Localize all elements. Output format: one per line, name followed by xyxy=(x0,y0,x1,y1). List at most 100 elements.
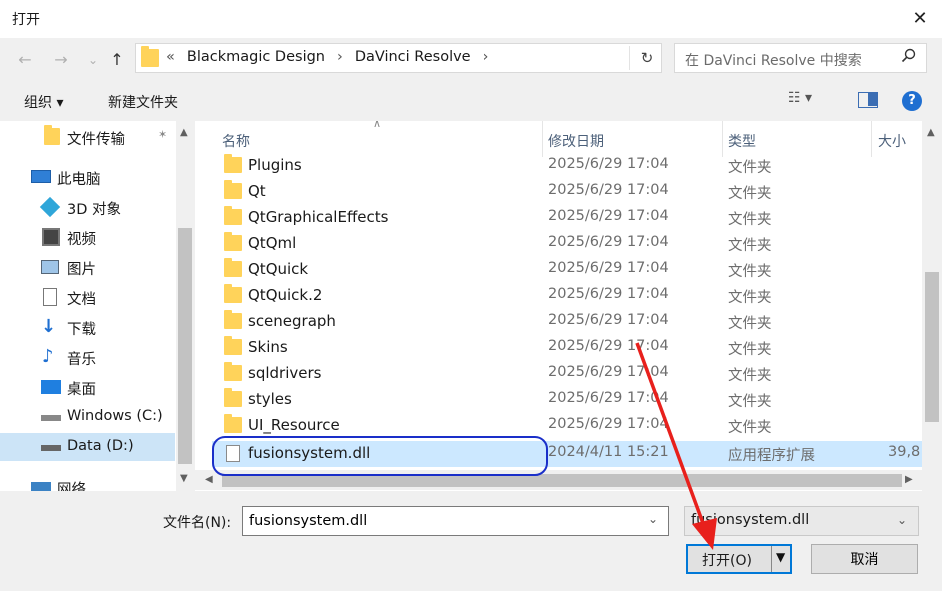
sidebar-item-this-pc[interactable]: 此电脑 xyxy=(0,163,175,191)
up-arrow-icon[interactable]: ↑ xyxy=(106,48,128,72)
list-item[interactable]: styles 2025/6/29 17:04 文件夹 xyxy=(212,387,937,413)
file-type: 文件夹 xyxy=(728,342,772,358)
breadcrumb-overflow[interactable]: « xyxy=(166,49,175,65)
scroll-right-icon[interactable]: ▶ xyxy=(905,474,913,485)
file-date: 2025/6/29 17:04 xyxy=(548,286,669,302)
filename-input[interactable] xyxy=(242,506,669,536)
sidebar-item-desktop[interactable]: 桌面 xyxy=(0,373,175,401)
column-header-date[interactable]: 修改日期 xyxy=(548,131,604,151)
sidebar-item-videos[interactable]: 视频 xyxy=(0,223,175,251)
file-name: styles xyxy=(248,390,292,408)
sidebar-item-label: 视频 xyxy=(67,232,96,248)
title-bar: 打开 ✕ xyxy=(0,0,942,38)
back-arrow-icon[interactable]: ← xyxy=(14,48,36,72)
open-button-label: 打开(O) xyxy=(702,553,752,569)
chevron-down-icon[interactable]: ⌄ xyxy=(897,513,907,527)
sidebar-item-label: 3D 对象 xyxy=(67,202,121,218)
sidebar-item-label: Data (D:) xyxy=(67,438,134,454)
file-type-filter[interactable]: fusionsystem.dll ⌄ xyxy=(684,506,919,536)
address-bar[interactable]: « Blackmagic Design › DaVinci Resolve › ↻ xyxy=(135,43,662,73)
scroll-down-icon[interactable]: ▼ xyxy=(180,473,188,484)
sidebar-item-downloads[interactable]: ↓ 下载 xyxy=(0,313,175,341)
refresh-icon[interactable]: ↻ xyxy=(636,47,658,69)
file-type: 文件夹 xyxy=(728,420,772,436)
file-type: 应用程序扩展 xyxy=(728,448,815,464)
drive-icon xyxy=(41,415,61,421)
list-item-selected[interactable]: fusionsystem.dll 2024/4/11 15:21 应用程序扩展 … xyxy=(212,441,937,467)
folder-icon xyxy=(224,258,242,277)
search-icon[interactable] xyxy=(901,48,916,67)
file-type: 文件夹 xyxy=(728,186,772,202)
sidebar-item-pictures[interactable]: 图片 xyxy=(0,253,175,281)
organize-button[interactable]: 组织 ▾ xyxy=(24,92,63,112)
column-divider[interactable] xyxy=(542,121,543,157)
sidebar-item-3d-objects[interactable]: 3D 对象 xyxy=(0,193,175,221)
list-item[interactable]: QtQml 2025/6/29 17:04 文件夹 xyxy=(212,231,937,257)
sidebar-item-label: Windows (C:) xyxy=(67,408,163,424)
file-name: QtQuick.2 xyxy=(248,286,323,304)
filename-label: 文件名(N): xyxy=(163,515,232,531)
list-item[interactable]: Qt 2025/6/29 17:04 文件夹 xyxy=(212,179,937,205)
list-item[interactable]: UI_Resource 2025/6/29 17:04 文件夹 xyxy=(212,413,937,439)
forward-arrow-icon[interactable]: → xyxy=(50,48,72,72)
list-item[interactable]: Skins 2025/6/29 17:04 文件夹 xyxy=(212,335,937,361)
file-type: 文件夹 xyxy=(728,290,772,306)
file-date: 2025/6/29 17:04 xyxy=(548,260,669,276)
preview-pane-icon[interactable] xyxy=(858,92,878,108)
filter-value: fusionsystem.dll xyxy=(691,512,810,528)
search-box[interactable]: 在 DaVinci Resolve 中搜索 xyxy=(674,43,927,73)
vertical-scroll-thumb[interactable] xyxy=(925,272,939,422)
sidebar-item-label: 桌面 xyxy=(67,382,96,398)
breadcrumb-chevron-icon[interactable]: › xyxy=(337,49,343,65)
new-folder-button[interactable]: 新建文件夹 xyxy=(108,92,178,112)
recent-locations-icon[interactable]: ⌄ xyxy=(82,48,104,72)
3d-objects-icon xyxy=(39,196,61,218)
sidebar-scroll-thumb[interactable] xyxy=(178,228,192,464)
list-item[interactable]: QtGraphicalEffects 2025/6/29 17:04 文件夹 xyxy=(212,205,937,231)
split-divider xyxy=(771,546,772,572)
address-divider xyxy=(629,46,630,70)
sidebar-item-drive-d[interactable]: Data (D:) xyxy=(0,433,175,461)
search-placeholder[interactable]: 在 DaVinci Resolve 中搜索 xyxy=(685,50,862,70)
folder-icon xyxy=(224,388,242,407)
horizontal-scroll-thumb[interactable] xyxy=(222,474,902,487)
folder-icon xyxy=(224,284,242,303)
sidebar-item-music[interactable]: ♪ 音乐 xyxy=(0,343,175,371)
column-divider[interactable] xyxy=(722,121,723,157)
scroll-left-icon[interactable]: ◀ xyxy=(205,474,213,485)
pin-icon[interactable]: ✶ xyxy=(158,128,167,141)
column-divider[interactable] xyxy=(871,121,872,157)
file-name: fusionsystem.dll xyxy=(248,444,371,462)
list-item[interactable]: sqldrivers 2025/6/29 17:04 文件夹 xyxy=(212,361,937,387)
list-item[interactable]: QtQuick 2025/6/29 17:04 文件夹 xyxy=(212,257,937,283)
cancel-button[interactable]: 取消 xyxy=(811,544,918,574)
breadcrumb-blackmagic-design[interactable]: Blackmagic Design xyxy=(187,49,325,65)
view-options-icon[interactable]: ☷ ▾ xyxy=(788,90,812,106)
column-header-name[interactable]: 名称 xyxy=(222,131,250,151)
breadcrumb-chevron-icon[interactable]: › xyxy=(483,49,489,65)
breadcrumb-davinci-resolve[interactable]: DaVinci Resolve xyxy=(355,49,471,65)
file-type: 文件夹 xyxy=(728,238,772,254)
file-type: 文件夹 xyxy=(728,316,772,332)
column-header-type[interactable]: 类型 xyxy=(728,131,756,151)
sidebar-item-network[interactable]: 网络 xyxy=(0,473,175,491)
chevron-down-icon[interactable]: ⌄ xyxy=(648,512,658,526)
scroll-up-icon[interactable]: ▲ xyxy=(180,127,188,138)
documents-icon xyxy=(43,288,57,306)
sidebar-item-drive-c[interactable]: Windows (C:) xyxy=(0,403,175,431)
list-item[interactable]: Plugins 2025/6/29 17:04 文件夹 xyxy=(212,153,937,179)
help-icon[interactable]: ? xyxy=(902,91,922,111)
sidebar-item-file-transfer[interactable]: 文件传输 ✶ xyxy=(0,123,175,151)
sidebar-item-documents[interactable]: 文档 xyxy=(0,283,175,311)
column-header-size[interactable]: 大小 xyxy=(878,131,906,151)
file-date: 2025/6/29 17:04 xyxy=(548,312,669,328)
scroll-up-icon[interactable]: ▲ xyxy=(927,127,935,138)
file-date: 2025/6/29 17:04 xyxy=(548,416,669,432)
open-options-dropdown-icon[interactable]: ▼ xyxy=(776,550,785,564)
close-icon[interactable]: ✕ xyxy=(906,6,934,32)
list-item[interactable]: scenegraph 2025/6/29 17:04 文件夹 xyxy=(212,309,937,335)
file-list: 名称 ∧ 修改日期 类型 大小 Plugins 2025/6/29 17:04 文件… xyxy=(195,121,942,491)
navigation-pane: 文件传输 ✶ 此电脑 3D 对象 视频 图片 文档 ↓ 下载 ♪ 音乐 桌面 W… xyxy=(0,121,194,491)
list-item[interactable]: QtQuick.2 2025/6/29 17:04 文件夹 xyxy=(212,283,937,309)
open-button[interactable]: 打开(O) ▼ xyxy=(686,544,792,574)
